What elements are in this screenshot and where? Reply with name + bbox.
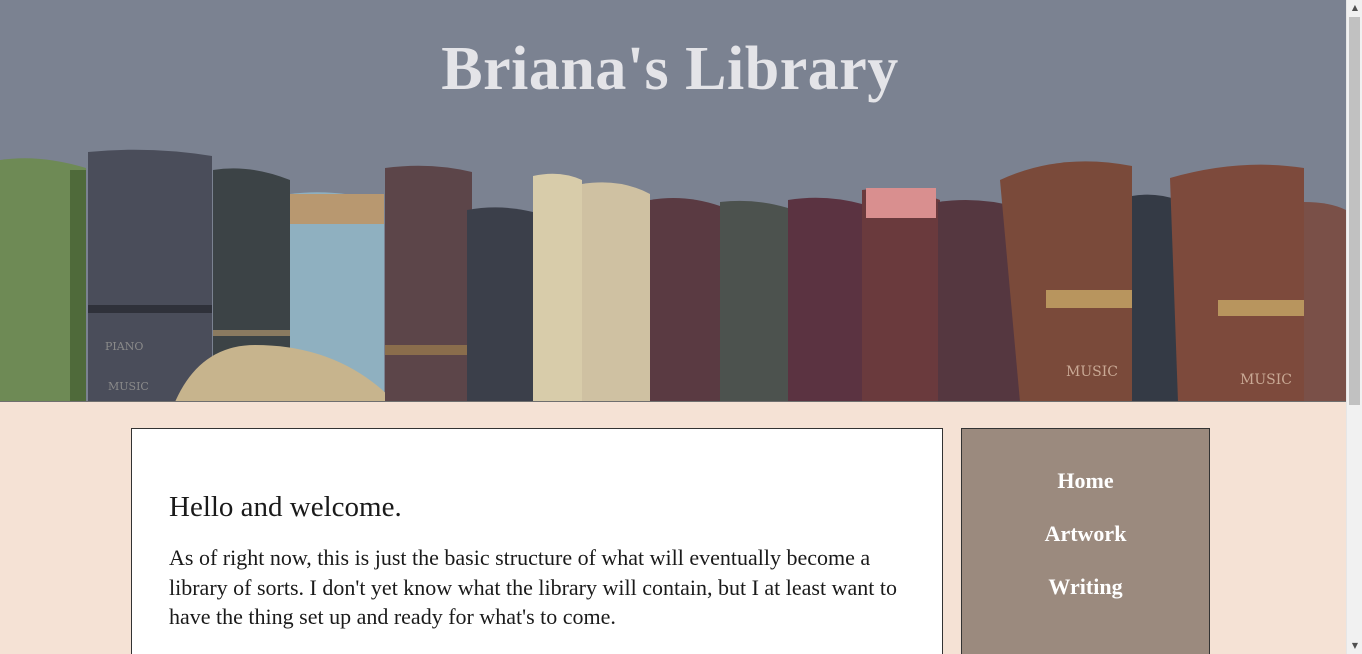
welcome-panel: Hello and welcome. As of right now, this… <box>131 428 943 654</box>
book-spine-label: MUSIC <box>1240 372 1292 388</box>
side-navigation: Home Artwork Writing <box>961 428 1210 654</box>
scroll-up-arrow-icon[interactable]: ▲ <box>1347 0 1362 16</box>
welcome-paragraph: As of right now, this is just the basic … <box>169 545 897 629</box>
site-header: Briana's Library PIANO MUSIC MUSIC MUSIC <box>0 0 1346 402</box>
book-spine-label: PIANO <box>105 340 143 353</box>
scroll-down-arrow-icon[interactable]: ▼ <box>1347 638 1362 654</box>
nav-link-artwork[interactable]: Artwork <box>962 519 1209 572</box>
book-spine-label: MUSIC <box>108 380 149 393</box>
books-banner-image: PIANO MUSIC MUSIC MUSIC <box>0 149 1346 401</box>
scrollbar-thumb[interactable] <box>1349 17 1360 405</box>
nav-link-home[interactable]: Home <box>962 466 1209 519</box>
vertical-scrollbar[interactable]: ▲ ▼ <box>1346 0 1362 654</box>
nav-link-writing[interactable]: Writing <box>962 572 1209 625</box>
welcome-heading: Hello and welcome. <box>169 491 402 523</box>
site-title: Briana's Library <box>441 35 899 103</box>
book-spine-label: MUSIC <box>1066 364 1118 380</box>
